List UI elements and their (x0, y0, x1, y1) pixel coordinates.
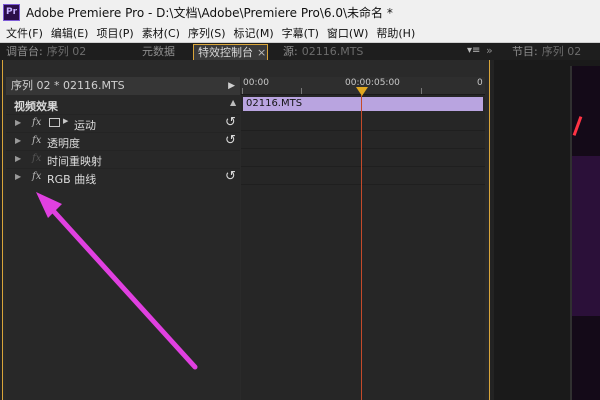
menu-marker[interactable]: 标记(M) (230, 25, 278, 41)
motion-transform-icon[interactable] (49, 118, 60, 127)
ruler-tick (301, 88, 302, 94)
title-bar: Pr Adobe Premiere Pro - D:\文档\Adobe\Prem… (0, 0, 600, 24)
mid-timecode: 00:00:05:00 (345, 78, 400, 88)
tab-metadata[interactable]: 元数据 (138, 44, 175, 60)
menu-title[interactable]: 字幕(T) (278, 25, 323, 41)
program-video-preview (572, 66, 600, 400)
tab-audio-mixer-label: 调音台: (6, 45, 43, 58)
effect-name: 时间重映射 (47, 155, 102, 168)
ruler-tick (242, 88, 243, 94)
effect-row-motion[interactable]: ▶ fx ▶ 运动 ↺ (6, 114, 240, 132)
panel-expand-icon[interactable]: » (486, 44, 493, 57)
sequence-clip-name: 序列 02 * 02116.MTS (11, 79, 125, 92)
ruler-tick (421, 88, 422, 94)
tab-program-sequence: 序列 02 (541, 45, 582, 58)
tab-close-icon[interactable]: × (257, 46, 266, 59)
menu-edit[interactable]: 编辑(E) (47, 25, 93, 41)
premiere-app-icon: Pr (3, 3, 20, 21)
play-triangle-icon[interactable]: ▶ (228, 77, 235, 95)
tab-program-label: 节目: (512, 45, 538, 58)
menu-sequence[interactable]: 序列(S) (184, 25, 230, 41)
reset-icon[interactable]: ↺ (225, 115, 236, 130)
tab-source[interactable]: 源: 02116.MTS (279, 44, 363, 60)
clip-bar[interactable]: 02116.MTS (243, 97, 483, 111)
row-divider (241, 166, 485, 167)
effect-name: RGB 曲线 (47, 173, 97, 186)
playhead-line[interactable] (361, 95, 362, 400)
effect-row-time-remapping[interactable]: ▶ fx 时间重映射 (6, 150, 240, 168)
start-timecode: 00:00 (243, 78, 269, 88)
tab-audio-mixer[interactable]: 调音台: 序列 02 (2, 44, 86, 60)
tab-effect-controls[interactable]: 特效控制台 × (193, 44, 268, 60)
fx-toggle-icon[interactable]: fx (32, 171, 41, 182)
motion-handle-icon: ▶ (63, 117, 69, 125)
end-timecode: 0 (477, 78, 483, 88)
video-effects-heading: 视频效果 (14, 100, 58, 113)
window-title: Adobe Premiere Pro - D:\文档\Adobe\Premier… (26, 5, 393, 20)
video-glow (572, 156, 600, 316)
menu-window[interactable]: 窗口(W) (323, 25, 372, 41)
expand-triangle-icon[interactable]: ▶ (15, 118, 21, 127)
fx-toggle-icon[interactable]: fx (32, 117, 41, 128)
fx-toggle-icon: fx (32, 153, 42, 164)
tab-metadata-label: 元数据 (142, 45, 175, 58)
effect-name: 透明度 (47, 137, 80, 150)
menu-bar: 文件(F) 编辑(E) 项目(P) 素材(C) 序列(S) 标记(M) 字幕(T… (0, 24, 600, 43)
expand-triangle-icon[interactable]: ▶ (15, 172, 21, 181)
playhead-marker-icon[interactable] (356, 87, 368, 96)
effect-timeline[interactable]: 00:00 00:00:05:00 0 02116.MTS (241, 77, 485, 400)
tab-source-label: 源: (283, 45, 298, 58)
menu-help[interactable]: 帮助(H) (372, 25, 419, 41)
effect-list-column: 序列 02 * 02116.MTS ▶ 视频效果 ▲ ▶ fx ▶ 运动 ↺ ▶… (6, 77, 240, 400)
reset-icon[interactable]: ↺ (225, 133, 236, 148)
tab-audio-mixer-sequence: 序列 02 (46, 45, 87, 58)
effect-row-opacity[interactable]: ▶ fx 透明度 ↺ (6, 132, 240, 150)
program-monitor-panel (494, 60, 600, 400)
fx-toggle-icon[interactable]: fx (32, 135, 41, 146)
row-divider (241, 130, 485, 131)
reset-icon[interactable]: ↺ (225, 169, 236, 184)
tab-program-monitor[interactable]: 节目: 序列 02 (508, 44, 581, 60)
panel-tab-row: 调音台: 序列 02 元数据 特效控制台 × 源: 02116.MTS ▾≡ » 节目… (0, 43, 600, 60)
premiere-window: Pr Adobe Premiere Pro - D:\文档\Adobe\Prem… (0, 0, 600, 400)
expand-triangle-icon[interactable]: ▶ (15, 136, 21, 145)
effect-controls-panel: 序列 02 * 02116.MTS ▶ 视频效果 ▲ ▶ fx ▶ 运动 ↺ ▶… (2, 60, 490, 400)
menu-project[interactable]: 项目(P) (92, 25, 137, 41)
sequence-clip-header[interactable]: 序列 02 * 02116.MTS ▶ (6, 77, 240, 95)
expand-triangle-icon[interactable]: ▶ (15, 154, 21, 163)
menu-file[interactable]: 文件(F) (2, 25, 47, 41)
menu-clip[interactable]: 素材(C) (138, 25, 184, 41)
tab-effect-controls-label: 特效控制台 (198, 46, 253, 59)
video-highlight (572, 116, 583, 136)
effect-name: 运动 (74, 119, 96, 132)
panel-menu-icon[interactable]: ▾≡ (467, 45, 480, 56)
row-divider (241, 148, 485, 149)
scroll-up-icon[interactable]: ▲ (230, 98, 236, 107)
effect-row-rgb-curves[interactable]: ▶ fx RGB 曲线 ↺ (6, 168, 240, 186)
tab-source-clip: 02116.MTS (301, 45, 364, 58)
row-divider (241, 184, 485, 185)
